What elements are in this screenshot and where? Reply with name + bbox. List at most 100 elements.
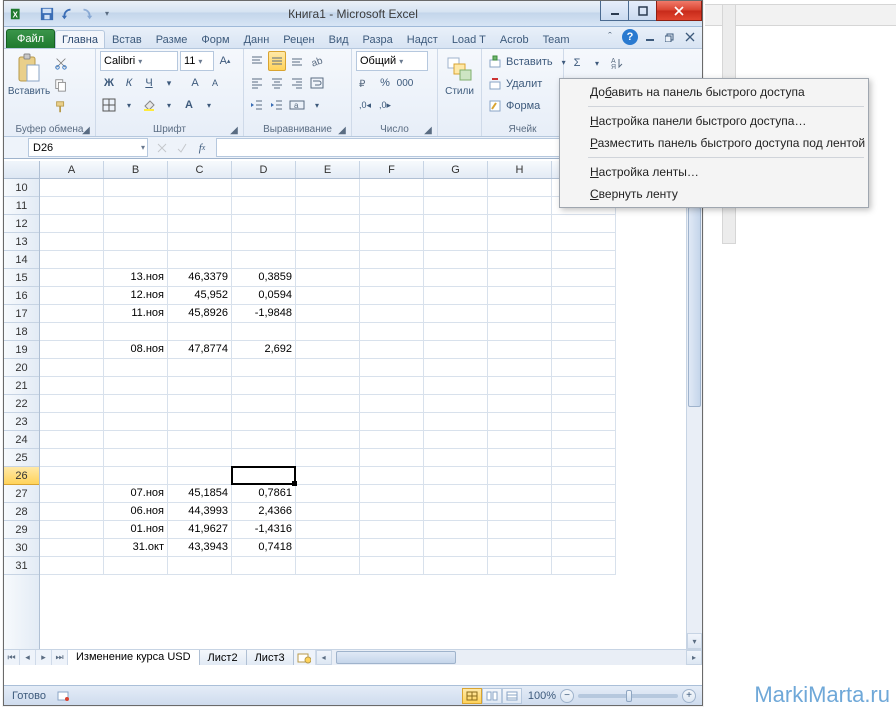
column-header[interactable]: E xyxy=(296,161,360,178)
save-icon[interactable] xyxy=(38,5,56,23)
number-format-combo[interactable]: Общий▾ xyxy=(356,51,428,71)
orientation-icon[interactable]: ab xyxy=(308,51,326,71)
cell[interactable] xyxy=(40,233,104,251)
cell[interactable]: 44,3993 xyxy=(168,503,232,521)
row-header[interactable]: 19 xyxy=(4,341,39,359)
cell[interactable] xyxy=(104,197,168,215)
horizontal-scrollbar[interactable]: ◂ ▸ xyxy=(316,649,702,665)
cell[interactable] xyxy=(296,467,360,485)
column-header[interactable]: F xyxy=(360,161,424,178)
cell[interactable] xyxy=(424,395,488,413)
sort-filter-icon[interactable]: AЯ xyxy=(608,53,626,73)
ribbon-tab[interactable]: Team xyxy=(536,30,577,48)
cell[interactable] xyxy=(552,539,616,557)
cell[interactable] xyxy=(40,215,104,233)
sheet-nav-last[interactable]: ⏭ xyxy=(52,650,68,666)
column-header[interactable]: A xyxy=(40,161,104,178)
merge-center-icon[interactable]: a xyxy=(288,95,306,115)
row-header[interactable]: 24 xyxy=(4,431,39,449)
cell[interactable] xyxy=(424,287,488,305)
sheet-nav-prev[interactable]: ◂ xyxy=(20,650,36,666)
dialog-launcher-icon[interactable]: ◢ xyxy=(229,125,239,135)
cell[interactable]: 0,0594 xyxy=(232,287,296,305)
cell[interactable]: -1,9848 xyxy=(232,305,296,323)
cell[interactable] xyxy=(40,377,104,395)
delete-cells-button[interactable]: Удалит xyxy=(486,74,559,94)
cell[interactable] xyxy=(296,485,360,503)
cell[interactable] xyxy=(296,323,360,341)
row-header[interactable]: 29 xyxy=(4,521,39,539)
file-tab[interactable]: Файл xyxy=(6,29,55,48)
align-center-icon[interactable] xyxy=(268,73,286,93)
comma-format-icon[interactable]: 000 xyxy=(396,73,414,93)
cell[interactable] xyxy=(488,557,552,575)
cell[interactable] xyxy=(360,467,424,485)
cell[interactable] xyxy=(552,251,616,269)
cell[interactable] xyxy=(296,395,360,413)
cell[interactable] xyxy=(360,449,424,467)
cell[interactable]: 13.ноя xyxy=(104,269,168,287)
align-top-icon[interactable] xyxy=(248,51,266,71)
cell[interactable] xyxy=(168,557,232,575)
row-header[interactable]: 22 xyxy=(4,395,39,413)
cell[interactable] xyxy=(552,233,616,251)
cell[interactable] xyxy=(104,251,168,269)
horizontal-scroll-thumb[interactable] xyxy=(336,651,456,664)
cell[interactable] xyxy=(424,305,488,323)
decrease-font-icon[interactable]: A xyxy=(206,73,224,93)
fill-color-icon[interactable] xyxy=(140,95,158,115)
bold-button[interactable]: Ж xyxy=(100,73,118,93)
align-right-icon[interactable] xyxy=(288,73,306,93)
cell[interactable] xyxy=(360,215,424,233)
row-header[interactable]: 23 xyxy=(4,413,39,431)
cell[interactable] xyxy=(168,251,232,269)
cell[interactable] xyxy=(296,359,360,377)
row-header[interactable]: 14 xyxy=(4,251,39,269)
cell[interactable] xyxy=(488,503,552,521)
cell[interactable]: 07.ноя xyxy=(104,485,168,503)
cell[interactable] xyxy=(296,503,360,521)
redo-icon[interactable] xyxy=(78,5,96,23)
cell[interactable] xyxy=(232,251,296,269)
cell[interactable] xyxy=(488,377,552,395)
ribbon-tab[interactable]: Разра xyxy=(356,30,400,48)
zoom-in-button[interactable]: + xyxy=(682,689,696,703)
cell[interactable] xyxy=(232,395,296,413)
cell[interactable] xyxy=(104,557,168,575)
cell[interactable] xyxy=(232,557,296,575)
row-header[interactable]: 15 xyxy=(4,269,39,287)
cell[interactable] xyxy=(424,485,488,503)
ribbon-tab[interactable]: Данн xyxy=(237,30,277,48)
cell[interactable] xyxy=(552,305,616,323)
cell[interactable] xyxy=(296,449,360,467)
align-middle-icon[interactable] xyxy=(268,51,286,71)
cell[interactable] xyxy=(168,323,232,341)
zoom-out-button[interactable]: − xyxy=(560,689,574,703)
cell[interactable] xyxy=(488,323,552,341)
cell[interactable] xyxy=(296,251,360,269)
qat-customize-icon[interactable]: ▾ xyxy=(98,5,116,23)
cell[interactable] xyxy=(104,359,168,377)
cell[interactable] xyxy=(40,485,104,503)
cell[interactable] xyxy=(424,521,488,539)
column-header[interactable]: C xyxy=(168,161,232,178)
column-header[interactable]: H xyxy=(488,161,552,178)
cell[interactable] xyxy=(40,413,104,431)
font-size-combo[interactable]: 11▾ xyxy=(180,51,214,71)
cell[interactable] xyxy=(552,215,616,233)
cell[interactable] xyxy=(40,359,104,377)
ribbon-tab[interactable]: Acrob xyxy=(493,30,536,48)
cell[interactable] xyxy=(360,269,424,287)
cell[interactable] xyxy=(104,323,168,341)
cell[interactable] xyxy=(40,467,104,485)
cell[interactable] xyxy=(40,431,104,449)
cell[interactable]: 41,9627 xyxy=(168,521,232,539)
cell[interactable] xyxy=(296,377,360,395)
zoom-level[interactable]: 100% xyxy=(528,690,556,702)
cell[interactable] xyxy=(360,395,424,413)
macro-record-icon[interactable] xyxy=(54,686,72,706)
cell[interactable] xyxy=(296,269,360,287)
decrease-indent-icon[interactable] xyxy=(248,95,266,115)
row-header[interactable]: 20 xyxy=(4,359,39,377)
cell[interactable]: 31.окт xyxy=(104,539,168,557)
